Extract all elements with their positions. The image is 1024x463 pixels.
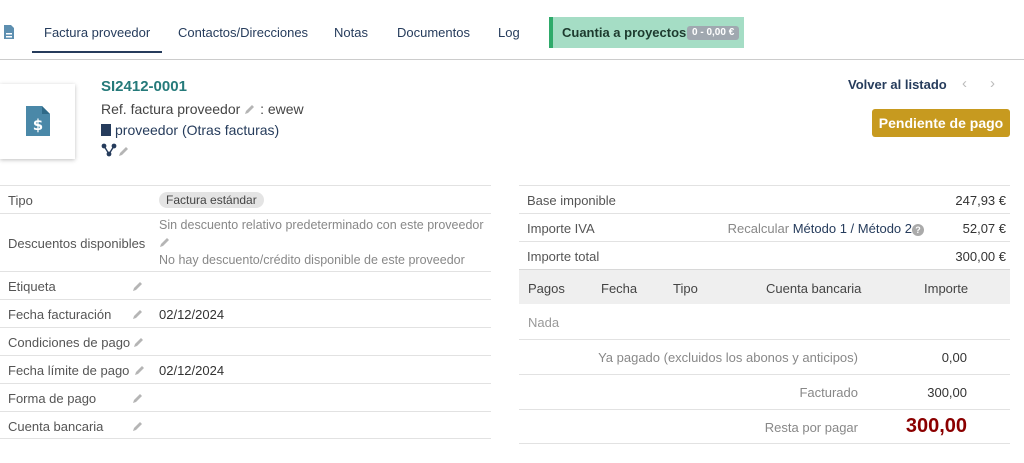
invoice-fields-table: Tipo Factura estándar Descuentos disponi… — [0, 185, 491, 439]
iva-amount: 52,07 € — [962, 221, 1006, 236]
edit-pencil-icon[interactable] — [134, 364, 146, 376]
invoice-date-value: 02/12/2024 — [159, 307, 225, 322]
remaining-amount: 300,00 — [905, 415, 967, 437]
field-label: Fecha facturación — [8, 307, 112, 322]
other-invoices-link[interactable]: (Otras facturas) — [182, 122, 279, 138]
paid-label: Ya pagado (excluidos los abonos y antici… — [598, 350, 858, 365]
edit-pencil-icon[interactable] — [132, 392, 144, 404]
edit-pencil-icon[interactable] — [132, 420, 144, 432]
tab-bar: Factura proveedor Contactos/Direcciones … — [0, 0, 1024, 60]
previous-record-icon[interactable]: ‹ — [962, 75, 967, 92]
amount-label: Importe total — [527, 249, 600, 264]
remaining-row: Resta por pagar 300,00 — [519, 409, 1010, 444]
recalc-separator: / — [850, 221, 855, 236]
field-label: Cuenta bancaria — [8, 419, 104, 434]
amount-label: Importe IVA — [527, 221, 595, 236]
edit-links-pencil-icon[interactable] — [119, 147, 128, 156]
amounts-table: Base imponible 247,93 € Importe IVA Reca… — [519, 185, 1010, 269]
discount-info-2: No hay descuento/crédito disponible de e… — [159, 253, 465, 267]
tab-documentos[interactable]: Documentos — [397, 25, 470, 40]
col-header-cuenta: Cuenta bancaria — [766, 281, 862, 296]
field-label: Fecha límite de pago — [8, 363, 130, 378]
col-header-pagos: Pagos — [528, 281, 565, 296]
ref-supplier-label: Ref. factura proveedor — [101, 101, 241, 117]
invoice-icon — [4, 25, 14, 39]
recalc-label: Recalcular — [727, 221, 790, 236]
field-row-forma-pago: Forma de pago — [0, 383, 491, 411]
supplier-line: proveedor (Otras facturas) — [101, 122, 279, 138]
edit-pencil-icon[interactable] — [244, 103, 256, 115]
amount-label: Base imponible — [527, 193, 616, 208]
tab-log[interactable]: Log — [498, 25, 520, 40]
billed-label: Facturado — [799, 385, 858, 400]
billed-row: Facturado 300,00 — [519, 374, 1010, 409]
supplier-name-link[interactable]: proveedor — [115, 122, 178, 138]
field-row-etiqueta: Etiqueta — [0, 271, 491, 299]
discount-info-1: Sin descuento relativo predeterminado co… — [159, 218, 484, 232]
amount-row-total: Importe total 300,00 € — [519, 241, 1010, 269]
field-row-cuenta: Cuenta bancaria — [0, 411, 491, 439]
recalc-method-1-link[interactable]: Método 1 — [793, 221, 847, 236]
invoice-type-chip: Factura estándar — [159, 192, 264, 208]
recalc-links: Recalcular Método 1 / Método 2? — [728, 221, 924, 236]
ref-supplier-value: : ewew — [260, 101, 304, 117]
tab-contactos[interactable]: Contactos/Direcciones — [178, 25, 308, 40]
status-badge: Pendiente de pago — [872, 109, 1010, 137]
paid-row: Ya pagado (excluidos los abonos y antici… — [519, 339, 1010, 374]
next-record-icon[interactable]: › — [990, 75, 995, 92]
total-amount: 300,00 € — [955, 249, 1006, 264]
link-tree-icon[interactable] — [101, 143, 117, 157]
field-row-fecha-facturacion: Fecha facturación 02/12/2024 — [0, 299, 491, 327]
col-header-fecha: Fecha — [601, 281, 638, 296]
due-date-value: 02/12/2024 — [159, 363, 225, 378]
field-row-fecha-limite: Fecha límite de pago 02/12/2024 — [0, 355, 491, 383]
field-row-condiciones: Condiciones de pago — [0, 327, 491, 355]
amount-row-base: Base imponible 247,93 € — [519, 185, 1010, 213]
paid-amount: 0,00 — [941, 350, 967, 365]
tab-notas[interactable]: Notas — [334, 25, 368, 40]
linked-objects — [101, 143, 135, 160]
col-header-importe: Importe — [924, 281, 969, 296]
edit-pencil-icon[interactable] — [133, 336, 145, 348]
field-row-tipo: Tipo Factura estándar — [0, 185, 491, 213]
recalc-method-2-link[interactable]: Método 2 — [858, 221, 912, 236]
back-to-list-link[interactable]: Volver al listado — [848, 77, 947, 92]
edit-pencil-icon[interactable] — [132, 308, 144, 320]
project-count-badge: 0 - 0,00 € — [687, 26, 740, 40]
payments-header: Pagos Fecha Tipo Cuenta bancaria Importe — [519, 269, 1010, 304]
field-row-descuentos: Descuentos disponibles Sin descuento rel… — [0, 213, 491, 271]
invoice-dollar-icon: $ — [26, 106, 50, 136]
billed-amount: 300,00 — [927, 385, 967, 400]
svg-text:$: $ — [33, 116, 43, 134]
ref-supplier: Ref. factura proveedor : ewew — [101, 101, 304, 117]
no-payments-text: Nada — [528, 315, 560, 330]
tab-cuantia-proyectos[interactable]: Cuantia a proyectos 0 - 0,00 € — [549, 17, 744, 48]
amount-row-iva: Importe IVA Recalcular Método 1 / Método… — [519, 213, 1010, 241]
base-amount: 247,93 € — [955, 193, 1006, 208]
field-label: Descuentos disponibles — [8, 235, 146, 251]
active-tab-indicator — [32, 51, 162, 53]
field-label: Etiqueta — [8, 279, 56, 294]
field-label: Forma de pago — [8, 391, 97, 406]
col-header-tipo: Tipo — [673, 281, 698, 296]
building-icon — [101, 124, 111, 136]
edit-pencil-icon[interactable] — [159, 236, 171, 248]
remaining-label: Resta por pagar — [764, 420, 858, 435]
field-label: Tipo — [8, 193, 33, 208]
edit-pencil-icon[interactable] — [132, 280, 144, 292]
tab-cuantia-label: Cuantia a proyectos — [562, 25, 687, 40]
field-label: Condiciones de pago — [8, 335, 131, 350]
help-icon[interactable]: ? — [912, 224, 924, 236]
invoice-document-icon-box: $ — [0, 84, 75, 159]
invoice-ref: SI2412-0001 — [101, 78, 187, 95]
tab-factura-proveedor[interactable]: Factura proveedor — [44, 25, 150, 40]
